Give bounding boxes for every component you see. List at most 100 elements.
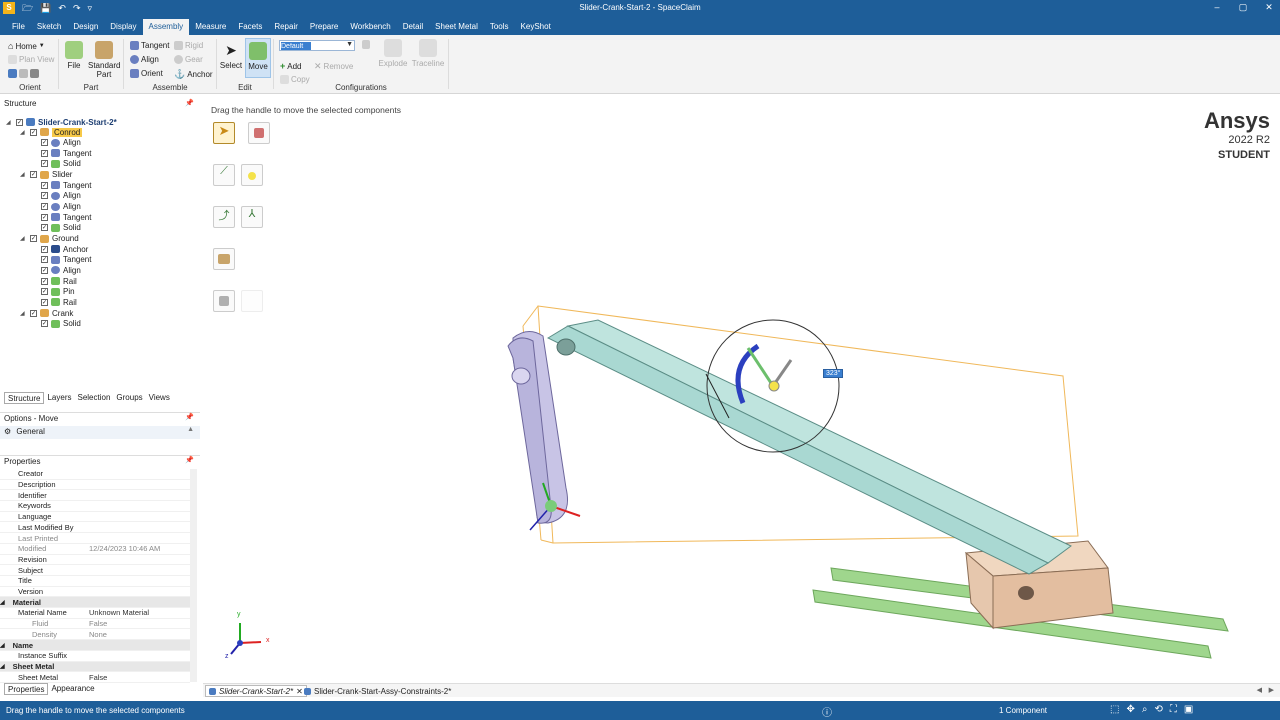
pin-icon[interactable]: 📌 bbox=[185, 99, 194, 107]
property-value[interactable]: Unknown Material bbox=[89, 608, 149, 617]
tab-display[interactable]: Display bbox=[104, 19, 142, 35]
property-row[interactable]: Fluid False bbox=[0, 619, 190, 630]
property-row[interactable]: Last Printed bbox=[0, 533, 190, 544]
tab-selection[interactable]: Selection bbox=[74, 392, 113, 404]
tab-detail[interactable]: Detail bbox=[397, 19, 429, 35]
move-tool-button[interactable]: Move bbox=[245, 38, 271, 78]
select-tool-button[interactable]: ➤ Select bbox=[219, 41, 243, 70]
tab-layers[interactable]: Layers bbox=[44, 392, 74, 404]
tree-item[interactable]: ✓ Solid bbox=[41, 223, 81, 233]
collapse-icon[interactable]: ◢ bbox=[6, 119, 13, 126]
tree-item[interactable]: ✓ Rail bbox=[41, 297, 77, 307]
anchor-button[interactable]: ⚓ Anchor bbox=[174, 69, 213, 80]
pivot-tool[interactable] bbox=[241, 164, 263, 186]
tree-component-item[interactable]: ◢ ✓ Conrod bbox=[20, 127, 83, 137]
visibility-checkbox[interactable]: ✓ bbox=[41, 320, 48, 328]
visibility-checkbox[interactable]: ✓ bbox=[41, 139, 48, 147]
tab-structure[interactable]: Structure bbox=[4, 392, 45, 404]
scroll-left-icon[interactable]: ◀ bbox=[1257, 686, 1262, 694]
tree-component-item[interactable]: ◢ ✓ Slider bbox=[20, 170, 72, 180]
display-icon[interactable]: ▣ bbox=[1184, 704, 1193, 715]
property-section[interactable]: ◢ Sheet Metal bbox=[0, 661, 190, 673]
conrod-solid[interactable] bbox=[546, 319, 1072, 575]
collapse-icon[interactable]: ◢ bbox=[20, 235, 27, 242]
remove-config-button[interactable]: ✕ Remove bbox=[314, 61, 353, 72]
property-section[interactable]: ◢ Name bbox=[0, 640, 190, 651]
tab-sketch[interactable]: Sketch bbox=[31, 19, 67, 35]
visibility-checkbox[interactable]: ✓ bbox=[30, 171, 37, 179]
property-row[interactable]: Subject bbox=[0, 565, 190, 576]
tab-properties[interactable]: Properties bbox=[4, 683, 49, 695]
tree-root[interactable]: ◢ ✓ Slider-Crank-Start-2* bbox=[6, 117, 117, 127]
visibility-checkbox[interactable]: ✓ bbox=[41, 256, 48, 264]
tree-item[interactable]: ✓ Align bbox=[41, 265, 81, 275]
property-value[interactable]: None bbox=[89, 630, 107, 639]
tab-facets[interactable]: Facets bbox=[232, 19, 268, 35]
property-row[interactable]: Version bbox=[0, 587, 190, 598]
visibility-checkbox[interactable]: ✓ bbox=[41, 203, 48, 211]
move-along-trajectory-tool[interactable]: ⤴ bbox=[213, 206, 235, 228]
property-row[interactable]: Density None bbox=[0, 630, 190, 641]
property-row[interactable]: Creator bbox=[0, 469, 190, 480]
crank-solid[interactable] bbox=[507, 331, 568, 524]
tangent-button[interactable]: Tangent bbox=[130, 41, 169, 50]
tree-item[interactable]: ✓ Solid bbox=[41, 319, 81, 329]
tree-item[interactable]: ✓ Tangent bbox=[41, 255, 91, 265]
pin-icon[interactable]: 📌 bbox=[185, 456, 194, 464]
pan-icon[interactable]: ✥ bbox=[1126, 704, 1134, 715]
visibility-checkbox[interactable]: ✓ bbox=[41, 298, 48, 306]
visibility-checkbox[interactable]: ✓ bbox=[41, 213, 48, 221]
tab-sheet-metal[interactable]: Sheet Metal bbox=[429, 19, 484, 35]
info-icon[interactable]: ⓘ bbox=[822, 704, 832, 719]
configuration-select[interactable]: ▼ bbox=[279, 40, 355, 51]
plan-view-button[interactable]: Plan View bbox=[8, 55, 54, 64]
standard-part-button[interactable]: Standard Part bbox=[88, 41, 120, 79]
property-row[interactable]: Keywords bbox=[0, 501, 190, 512]
property-row[interactable]: Title bbox=[0, 576, 190, 587]
add-config-button[interactable]: + Add bbox=[280, 61, 302, 71]
fit-icon[interactable]: ⛶ bbox=[1170, 704, 1177, 715]
orient-axis-tool[interactable]: ⅄ bbox=[241, 206, 263, 228]
property-value[interactable]: 12/24/2023 10:46 AM bbox=[89, 544, 160, 553]
tab-repair[interactable]: Repair bbox=[268, 19, 304, 35]
tree-component-item[interactable]: ◢ ✓ Ground bbox=[20, 234, 79, 244]
tab-views[interactable]: Views bbox=[146, 392, 173, 404]
tab-appearance[interactable]: Appearance bbox=[48, 683, 97, 695]
maximize-button[interactable]: ▢ bbox=[1236, 2, 1250, 13]
property-value[interactable]: False bbox=[89, 673, 107, 682]
tree-item[interactable]: ✓ Solid bbox=[41, 159, 81, 169]
tree-item[interactable]: ✓ Align bbox=[41, 138, 81, 148]
selection-count[interactable]: 1 Component bbox=[999, 706, 1047, 715]
visibility-checkbox[interactable]: ✓ bbox=[30, 128, 37, 136]
property-section[interactable]: ◢ Material bbox=[0, 597, 190, 609]
visibility-checkbox[interactable]: ✓ bbox=[30, 309, 37, 317]
tree-item[interactable]: ✓ Tangent bbox=[41, 148, 91, 158]
traceline-button[interactable]: Traceline bbox=[410, 39, 446, 68]
gear-button[interactable]: Gear bbox=[174, 55, 203, 64]
visibility-checkbox[interactable]: ✓ bbox=[41, 181, 48, 189]
align-button[interactable]: Align bbox=[130, 55, 159, 64]
visibility-checkbox[interactable]: ✓ bbox=[41, 149, 48, 157]
orient-button[interactable]: Orient bbox=[130, 69, 163, 78]
property-row[interactable]: Instance Suffix bbox=[0, 651, 190, 662]
visibility-checkbox[interactable]: ✓ bbox=[41, 245, 48, 253]
property-row[interactable]: Revision bbox=[0, 555, 190, 566]
angle-readout[interactable]: 323° bbox=[823, 369, 844, 378]
selection-filter-icon[interactable]: ⬚ bbox=[1110, 704, 1119, 715]
tab-file[interactable]: File bbox=[6, 19, 31, 35]
tab-assembly[interactable]: Assembly bbox=[142, 19, 190, 35]
tree-component-item[interactable]: ◢ ✓ Crank bbox=[20, 308, 73, 318]
visibility-checkbox[interactable]: ✓ bbox=[16, 118, 23, 126]
zoom-icon[interactable]: ⌕ bbox=[1142, 704, 1148, 715]
close-button[interactable]: ✕ bbox=[1262, 2, 1276, 13]
minimize-button[interactable]: – bbox=[1210, 2, 1224, 13]
tree-item[interactable]: ✓ Rail bbox=[41, 276, 77, 286]
property-value[interactable]: False bbox=[89, 619, 107, 628]
property-row[interactable]: Sheet Metal False bbox=[0, 672, 190, 683]
visibility-checkbox[interactable]: ✓ bbox=[41, 288, 48, 296]
tree-item[interactable]: ✓ Align bbox=[41, 191, 81, 201]
tab-design[interactable]: Design bbox=[67, 19, 104, 35]
view-icons[interactable] bbox=[8, 69, 39, 78]
collapse-icon[interactable]: ◢ bbox=[20, 310, 27, 317]
doc-tab[interactable]: Slider-Crank-Start-Assy-Constraints-2* bbox=[301, 685, 454, 697]
